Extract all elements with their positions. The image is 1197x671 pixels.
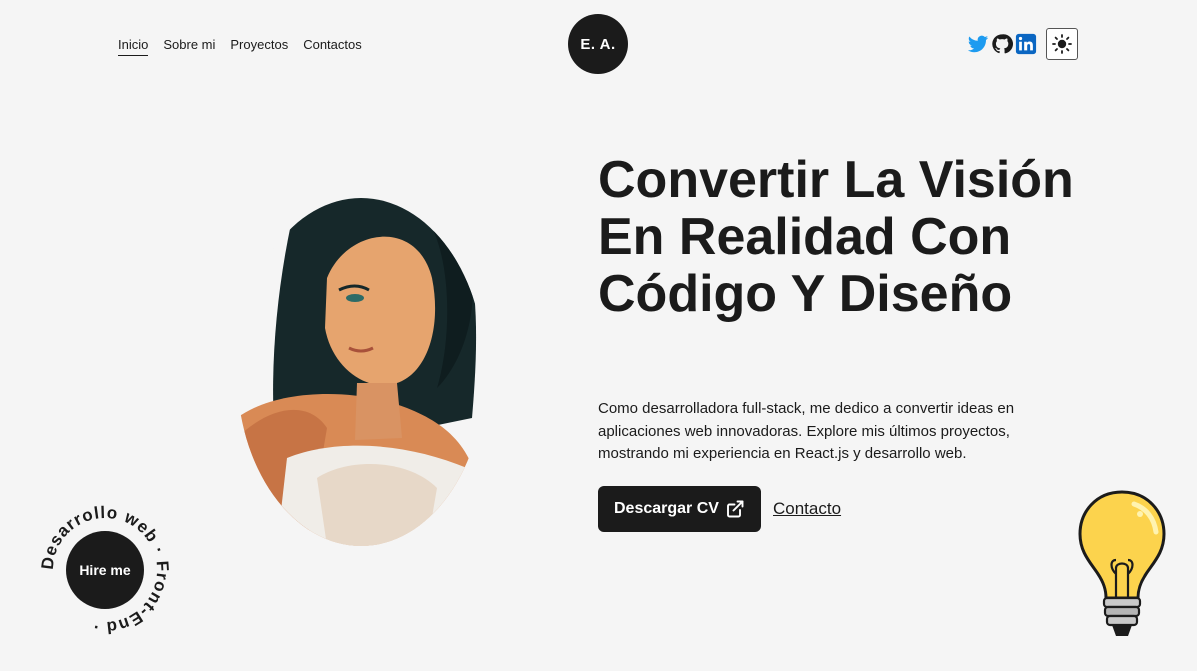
twitter-icon[interactable] — [967, 33, 989, 55]
contact-link[interactable]: Contacto — [773, 499, 841, 519]
social-links — [967, 33, 1037, 55]
hire-me-button[interactable]: Hire me — [66, 531, 144, 609]
github-icon[interactable] — [991, 33, 1013, 55]
sun-icon — [1052, 34, 1072, 54]
profile-illustration — [237, 158, 485, 546]
hire-me-badge: Desarrollo web · Front-End · Hire me — [40, 505, 170, 635]
nav-link-sobre-mi[interactable]: Sobre mi — [163, 37, 215, 56]
logo[interactable]: E. A. — [568, 14, 628, 74]
logo-text: E. A. — [580, 35, 616, 53]
nav-link-inicio[interactable]: Inicio — [118, 37, 149, 56]
hire-me-label: Hire me — [79, 562, 131, 578]
theme-toggle-button[interactable] — [1046, 28, 1078, 60]
external-link-icon — [725, 499, 745, 519]
lightbulb-icon — [1076, 488, 1168, 644]
download-cv-button[interactable]: Descargar CV — [598, 486, 761, 532]
main-nav: Inicio Sobre mi Proyectos Contactos — [118, 37, 362, 56]
linkedin-icon[interactable] — [1015, 33, 1037, 55]
download-cv-label: Descargar CV — [614, 500, 719, 517]
hero-title: Convertir La Visión En Realidad Con Códi… — [598, 151, 1074, 323]
nav-link-contactos[interactable]: Contactos — [303, 37, 362, 56]
hero-description: Como desarrolladora full-stack, me dedic… — [598, 400, 1015, 462]
nav-link-proyectos[interactable]: Proyectos — [230, 37, 288, 56]
